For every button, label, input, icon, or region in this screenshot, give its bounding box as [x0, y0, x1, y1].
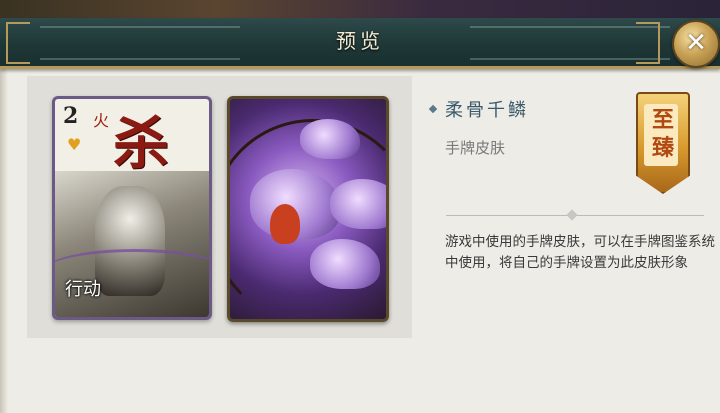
card-name-char: 杀 — [113, 111, 169, 177]
title-bar: 预览 — [0, 18, 720, 69]
card-number: 2 — [63, 103, 79, 129]
serpent-head-lower — [310, 239, 380, 289]
serpent-mouth — [270, 204, 300, 244]
serpent-head-right — [330, 179, 386, 229]
dialog-title: 预览 — [336, 29, 384, 53]
card-front-preview[interactable]: 2 火 ♥ 杀 行动 — [52, 96, 212, 320]
close-button[interactable]: ✕ — [672, 20, 720, 68]
close-icon: ✕ — [685, 28, 707, 58]
skin-description: 游戏中使用的手牌皮肤，可以在手牌图鉴系统中使用，将自己的手牌设置为此皮肤形象 — [445, 234, 715, 271]
skin-name: 柔骨千鳞 — [445, 100, 529, 121]
skin-type: 手牌皮肤 — [445, 139, 506, 157]
badge-text: 至臻 — [651, 107, 674, 161]
serpent-head-top — [300, 119, 360, 159]
dialog-edge — [0, 66, 8, 413]
heart-icon: ♥ — [67, 135, 82, 154]
card-suit: 火 — [93, 111, 110, 130]
card-action-label: 行动 — [65, 279, 101, 300]
rarity-badge: 至臻 — [636, 92, 690, 194]
card-back-skin[interactable] — [227, 96, 389, 322]
card-preview-panel: 2 火 ♥ 杀 行动 — [27, 76, 412, 338]
